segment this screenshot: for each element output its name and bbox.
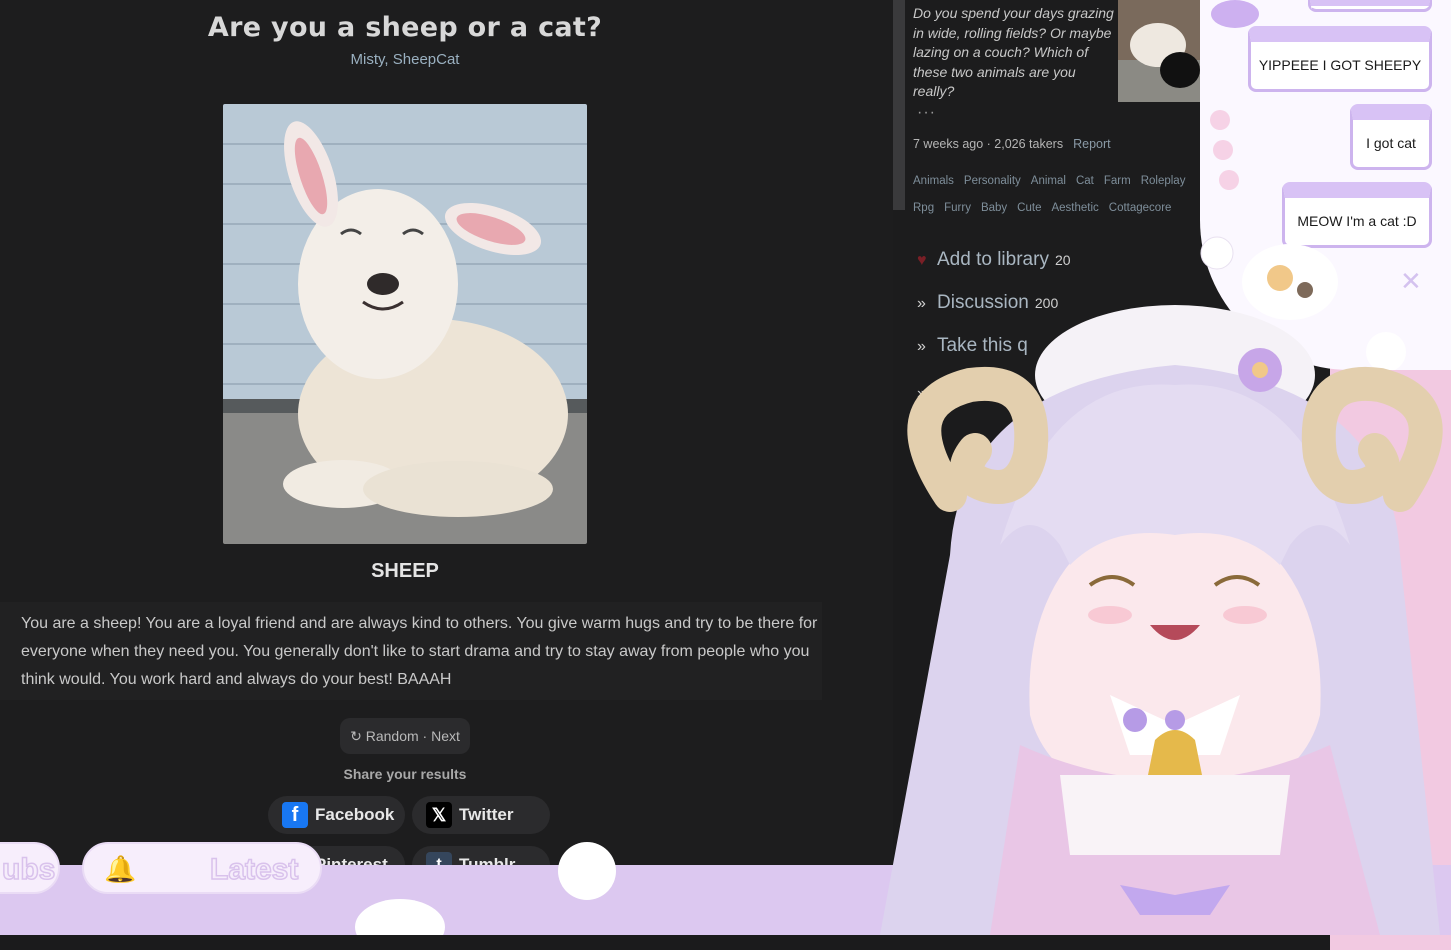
tag[interactable]: Animal bbox=[1031, 175, 1066, 187]
tag[interactable]: Farm bbox=[1104, 175, 1131, 187]
library-count: 20 bbox=[1054, 252, 1071, 268]
quiz-meta-text: 7 weeks ago · 2,026 takers bbox=[913, 137, 1064, 151]
tag[interactable]: Cottagecore bbox=[1109, 202, 1172, 214]
tag[interactable]: Animals bbox=[913, 175, 954, 187]
tag[interactable]: Aesthetic bbox=[1051, 202, 1098, 214]
tag[interactable]: Cat bbox=[1076, 175, 1094, 187]
facebook-icon: f bbox=[282, 802, 308, 828]
heart-icon: ♥ bbox=[917, 252, 927, 269]
quiz-result-panel: Are you a sheep or a cat? Misty, SheepCa… bbox=[0, 0, 893, 884]
tag[interactable]: Rpg bbox=[913, 202, 934, 214]
x-twitter-icon: 𝕏 bbox=[426, 802, 452, 828]
share-facebook-label: Facebook bbox=[315, 805, 395, 824]
random-next-button[interactable]: ↻ Random · Next bbox=[340, 718, 470, 754]
tags-row-1: Animals Personality Animal Cat Farm Roleplay bbox=[913, 175, 1213, 187]
share-facebook-button[interactable]: f Facebook bbox=[268, 796, 405, 834]
add-to-library-button[interactable]: ♥ Add to library 20 bbox=[917, 249, 1071, 271]
author-link-misty[interactable]: Misty bbox=[351, 51, 385, 68]
quiz-meta: 7 weeks ago · 2,026 takers Report bbox=[913, 137, 1111, 151]
svg-text:✕: ✕ bbox=[1400, 267, 1422, 297]
vtuber-avatar bbox=[820, 295, 1451, 935]
share-results-label: Share your results bbox=[343, 766, 467, 782]
taskbar-clubs-pill[interactable]: ubs bbox=[0, 842, 60, 894]
quiz-authors: Misty, SheepCat bbox=[0, 51, 810, 68]
bell-icon: 🔔 bbox=[104, 854, 137, 884]
result-name: SHEEP bbox=[371, 560, 439, 582]
add-to-library-label: Add to library bbox=[937, 249, 1049, 270]
author-separator: , bbox=[384, 51, 389, 68]
tag[interactable]: Roleplay bbox=[1141, 175, 1186, 187]
taskbar-clubs-text: ubs bbox=[1, 852, 56, 887]
result-image-lamb bbox=[223, 104, 587, 544]
quiz-title: Are you a sheep or a cat? bbox=[207, 12, 603, 43]
tag[interactable]: Cute bbox=[1017, 202, 1041, 214]
cloud-decoration bbox=[355, 899, 445, 935]
taskbar-latest-text: Latest bbox=[209, 852, 299, 887]
tags-row-2: Rpg Furry Baby Cute Aesthetic Cottagecore bbox=[913, 202, 1213, 214]
taskbar-latest-pill[interactable]: 🔔 Latest bbox=[82, 842, 322, 894]
cloud-decoration bbox=[558, 842, 616, 900]
result-description: You are a sheep! You are a loyal friend … bbox=[0, 602, 822, 700]
tag[interactable]: Baby bbox=[981, 202, 1007, 214]
author-link-sheepcat[interactable]: SheepCat bbox=[393, 51, 460, 68]
share-twitter-button[interactable]: 𝕏 Twitter bbox=[412, 796, 550, 834]
report-link[interactable]: Report bbox=[1073, 137, 1111, 151]
sidebar-scrollbar[interactable] bbox=[893, 0, 905, 210]
tag[interactable]: Personality bbox=[964, 175, 1021, 187]
share-twitter-label: Twitter bbox=[459, 805, 514, 824]
quiz-blurb: Do you spend your days grazing in wide, … bbox=[913, 5, 1114, 100]
more-dots[interactable]: ··· bbox=[917, 104, 936, 122]
tag[interactable]: Furry bbox=[944, 202, 971, 214]
